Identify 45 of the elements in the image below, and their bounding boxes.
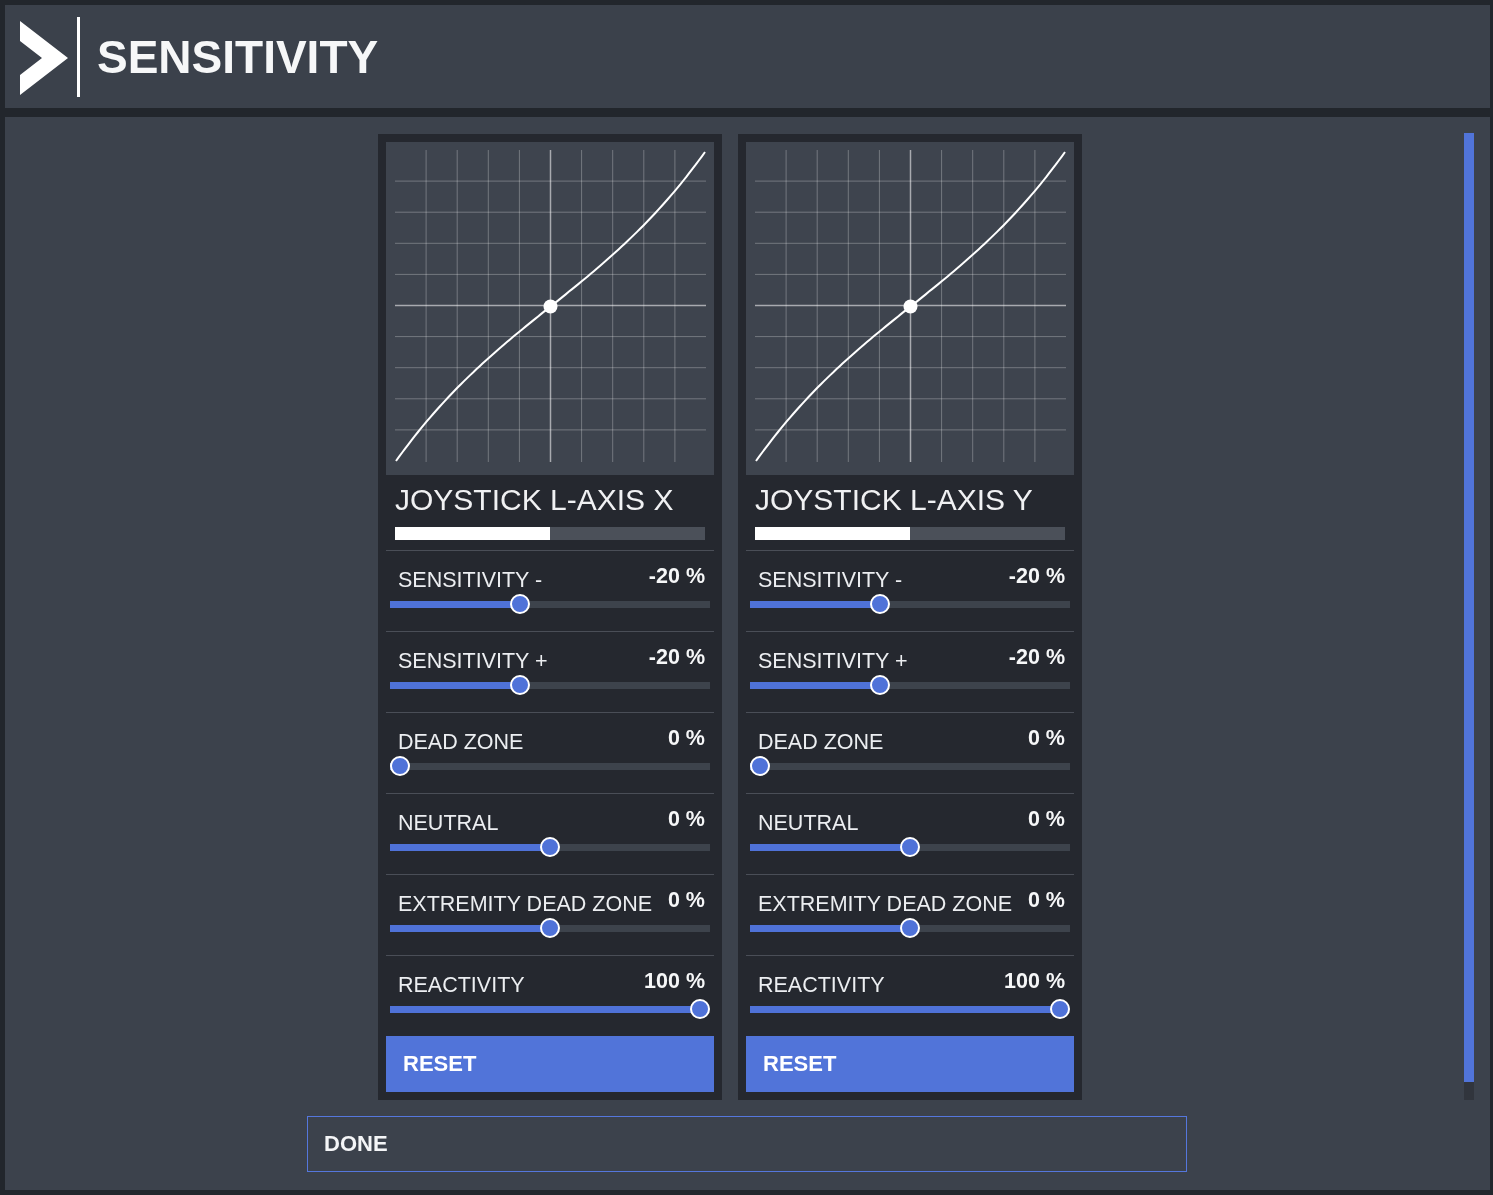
- chevron-icon: [20, 20, 68, 95]
- setting-value: 0 %: [667, 807, 705, 832]
- done-button[interactable]: DONE: [307, 1116, 1187, 1172]
- slider-thumb[interactable]: [870, 594, 890, 614]
- setting-value: 0 %: [1027, 888, 1065, 913]
- slider-thumb[interactable]: [510, 594, 530, 614]
- setting-value: -20 %: [1008, 564, 1065, 589]
- reset-button[interactable]: RESET: [386, 1036, 714, 1092]
- setting-value: 100 %: [1004, 969, 1065, 994]
- axis-name: JOYSTICK L-AXIS X: [395, 483, 675, 517]
- slider-thumb[interactable]: [900, 918, 920, 938]
- setting-label: SENSITIVITY +: [398, 648, 548, 674]
- setting-label: SENSITIVITY +: [758, 648, 908, 674]
- setting-label: SENSITIVITY -: [398, 567, 543, 593]
- setting-label: DEAD ZONE: [398, 729, 524, 755]
- page-title: SENSITIVITY: [97, 29, 379, 84]
- center-point-icon: [543, 299, 558, 314]
- slider-thumb[interactable]: [540, 837, 560, 857]
- slider-thumb[interactable]: [750, 756, 770, 776]
- setting-value: 0 %: [667, 888, 705, 913]
- setting-value: 0 %: [1027, 726, 1065, 751]
- setting-label: REACTIVITY: [758, 972, 885, 998]
- setting-value: 0 %: [1027, 807, 1065, 832]
- setting-label: NEUTRAL: [398, 810, 499, 836]
- slider-thumb[interactable]: [870, 675, 890, 695]
- setting-label: DEAD ZONE: [758, 729, 884, 755]
- slider-thumb[interactable]: [690, 999, 710, 1019]
- slider-thumb[interactable]: [540, 918, 560, 938]
- setting-label: SENSITIVITY -: [758, 567, 903, 593]
- axis-name: JOYSTICK L-AXIS Y: [755, 483, 1034, 517]
- reset-button[interactable]: RESET: [746, 1036, 1074, 1092]
- slider-thumb[interactable]: [390, 756, 410, 776]
- slider-thumb[interactable]: [510, 675, 530, 695]
- setting-label: EXTREMITY DEAD ZONE: [758, 891, 1013, 917]
- setting-label: NEUTRAL: [758, 810, 859, 836]
- slider-thumb[interactable]: [1050, 999, 1070, 1019]
- setting-label: EXTREMITY DEAD ZONE: [398, 891, 653, 917]
- setting-value: -20 %: [648, 564, 705, 589]
- setting-value: 100 %: [644, 969, 705, 994]
- setting-value: -20 %: [1008, 645, 1065, 670]
- center-point-icon: [903, 299, 918, 314]
- setting-value: 0 %: [667, 726, 705, 751]
- setting-value: -20 %: [648, 645, 705, 670]
- setting-label: REACTIVITY: [398, 972, 525, 998]
- slider-thumb[interactable]: [900, 837, 920, 857]
